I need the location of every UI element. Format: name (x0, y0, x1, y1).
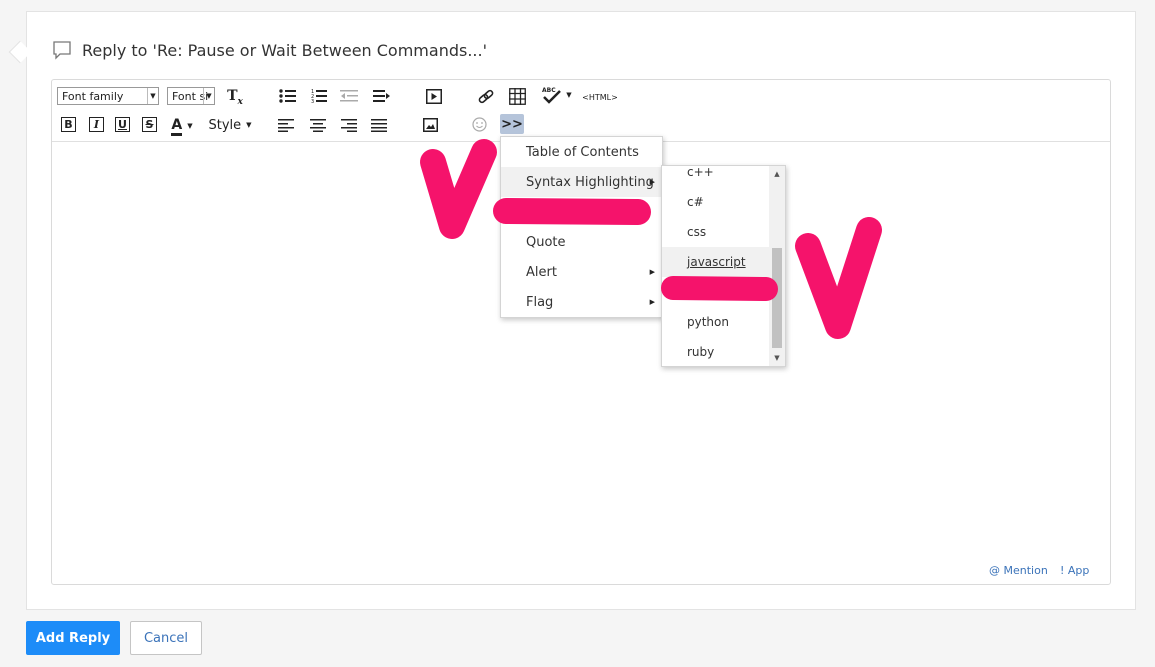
syntax-item-javascript[interactable]: javascript (662, 247, 769, 277)
link-icon[interactable] (477, 89, 495, 105)
font-family-value: Font family (62, 89, 124, 103)
italic-label: I (93, 117, 100, 131)
chevron-down-icon: ▼ (187, 122, 193, 130)
menu-item-label: Quote (526, 234, 566, 250)
reply-heading: Reply to 'Re: Pause or Wait Between Comm… (52, 38, 487, 62)
html-label: <HTML> (582, 92, 618, 102)
chevron-right-icon: ▶ (649, 268, 655, 276)
menu-item-syntax-highlighting[interactable]: Syntax Highlighting ▶ (501, 167, 662, 197)
syntax-item-ruby[interactable]: ruby (662, 337, 769, 366)
emoji-icon[interactable] (472, 117, 487, 132)
insert-dropdown-menu: Table of Contents Syntax Highlighting ▶ … (500, 136, 663, 318)
clear-format-button[interactable]: Tx (226, 87, 244, 107)
mention-link[interactable]: @ Mention (989, 564, 1048, 577)
align-right-icon[interactable] (341, 119, 357, 132)
more-options-button[interactable]: >> (500, 114, 524, 134)
syntax-item-css[interactable]: css (662, 217, 769, 247)
reply-title-text: Reply to 'Re: Pause or Wait Between Comm… (82, 40, 487, 60)
cancel-button[interactable]: Cancel (130, 621, 202, 655)
syntax-highlighting-submenu: c++ c# css javascript python ruby ▲ ▼ (661, 165, 786, 367)
comment-icon (53, 41, 71, 60)
image-icon[interactable] (423, 118, 438, 132)
menu-item-label: Syntax Highlighting (526, 174, 654, 190)
menu-item-label: Alert (526, 264, 557, 280)
bold-label: B (64, 117, 73, 131)
editor-toolbar: Font family ▼ Font si ▼ Tx 123 ABC ▼ <HT… (52, 80, 1110, 142)
clear-format-icon: Tx (227, 87, 243, 107)
menu-item-label: Flag (526, 294, 554, 310)
app-link[interactable]: ! App (1060, 564, 1089, 577)
strikethrough-button[interactable]: S (142, 117, 157, 132)
menu-item-quote[interactable]: Quote (501, 227, 662, 257)
chevron-right-icon: ▶ (649, 298, 655, 306)
syntax-item-label: c# (687, 195, 704, 209)
numbered-list-icon[interactable]: 123 (311, 88, 327, 104)
svg-text:3: 3 (311, 99, 314, 104)
style-dropdown[interactable]: Style ▼ (207, 116, 253, 134)
syntax-item-label: css (687, 225, 707, 239)
underline-label: U (118, 117, 127, 131)
font-size-select[interactable]: Font si ▼ (167, 87, 215, 105)
text-color-icon: A (171, 117, 183, 136)
chevron-down-icon: ▼ (566, 91, 572, 99)
table-icon[interactable] (509, 88, 526, 105)
add-reply-button[interactable]: Add Reply (26, 621, 120, 655)
align-center-icon[interactable] (310, 119, 326, 132)
add-reply-label: Add Reply (35, 630, 111, 646)
syntax-item-label: ruby (687, 345, 715, 359)
syntax-item-label: c++ (687, 165, 714, 179)
italic-button[interactable]: I (89, 117, 104, 132)
scroll-up-arrow-icon[interactable]: ▲ (769, 166, 785, 182)
align-justify-icon[interactable] (371, 119, 387, 132)
outdent-icon[interactable] (340, 89, 358, 103)
text-color-button[interactable]: A ▼ (168, 115, 196, 137)
menu-item-alert[interactable]: Alert ▶ (501, 257, 662, 287)
bullet-list-icon[interactable] (278, 88, 296, 104)
syntax-item-cpp[interactable]: c++ (662, 165, 769, 187)
html-source-button[interactable]: <HTML> (582, 89, 618, 105)
mention-label: @ Mention (989, 564, 1048, 577)
font-family-select[interactable]: Font family ▼ (57, 87, 159, 105)
strikethrough-label: S (145, 117, 154, 131)
video-icon[interactable] (426, 89, 442, 104)
cancel-label: Cancel (143, 630, 189, 646)
spellcheck-button[interactable]: ABC ▼ (538, 85, 574, 105)
chevron-down-icon: ▼ (147, 88, 158, 104)
syntax-item-label: javascript (687, 255, 746, 269)
chevron-right-icon: ▶ (649, 178, 655, 186)
chevron-right-double-icon: >> (501, 116, 523, 132)
indent-icon[interactable] (373, 89, 391, 103)
underline-button[interactable]: U (115, 117, 130, 132)
scroll-down-arrow-icon[interactable]: ▼ (769, 350, 785, 366)
syntax-item-label: python (687, 315, 729, 329)
menu-item-flag[interactable]: Flag ▶ (501, 287, 662, 317)
menu-item-table-of-contents[interactable]: Table of Contents (501, 137, 662, 167)
spellcheck-icon: ABC (542, 87, 562, 104)
scrollbar-thumb[interactable] (772, 248, 782, 348)
app-label: ! App (1060, 564, 1090, 577)
syntax-item-python[interactable]: python (662, 307, 769, 337)
syntax-item-csharp[interactable]: c# (662, 187, 769, 217)
bold-button[interactable]: B (61, 117, 76, 132)
chevron-down-icon: ▼ (203, 88, 214, 104)
style-label: Style (208, 117, 242, 133)
svg-text:ABC: ABC (542, 87, 556, 94)
chevron-down-icon: ▼ (246, 121, 252, 129)
align-left-icon[interactable] (278, 119, 294, 132)
submenu-scrollbar[interactable]: ▲ ▼ (769, 166, 785, 366)
menu-item-label: Table of Contents (526, 144, 639, 160)
